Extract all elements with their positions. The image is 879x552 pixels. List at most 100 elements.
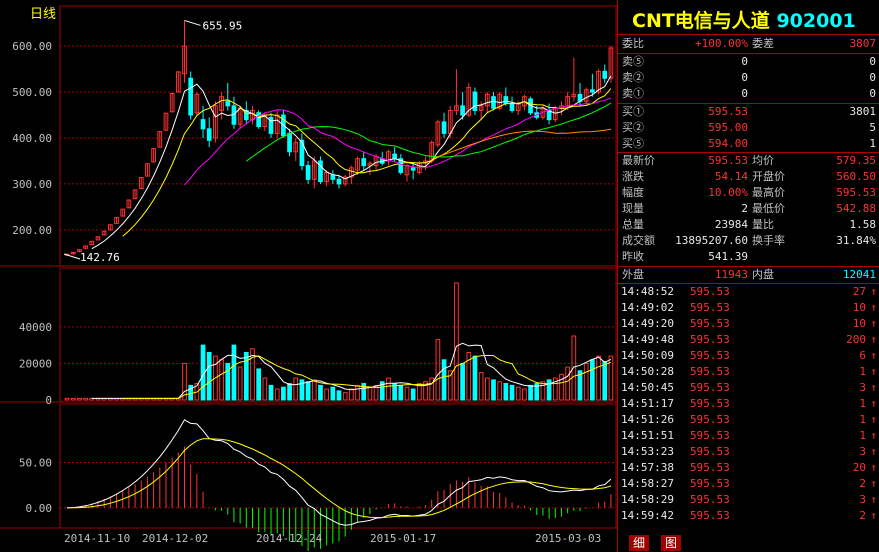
- volume-bar: [293, 377, 299, 401]
- volume-bar: [596, 355, 601, 401]
- tick-up-arrow: ↑: [870, 365, 877, 378]
- tick-time: 14:51:26: [621, 413, 674, 426]
- stat-value: 542.88: [836, 202, 876, 215]
- tick-price: 595.53: [690, 381, 730, 394]
- stat-value: 560.50: [836, 170, 876, 183]
- tab-chart[interactable]: 图: [661, 535, 682, 551]
- macd-axis-label: 50.00: [19, 456, 52, 469]
- tick-row: 14:49:20 595.53 10 ↑: [618, 316, 879, 332]
- stat-label: 开盘价: [752, 170, 785, 183]
- bid-price: 595.00: [708, 121, 748, 134]
- tick-row: 14:49:48 595.53 200 ↑: [618, 332, 879, 348]
- volume-bar: [522, 388, 527, 401]
- date-axis-label: 2015-01-17: [370, 532, 436, 545]
- prev-close-row: 昨收 541.39: [618, 249, 879, 265]
- stat-label: 均价: [752, 154, 774, 167]
- tick-up-arrow: ↑: [870, 333, 877, 346]
- candle-body: [188, 77, 194, 116]
- weibi-value: +100.00%: [695, 37, 748, 50]
- weibi-row: 委比 +100.00% 委差 3807: [618, 36, 879, 52]
- kline-chart-area[interactable]: 600.00 500.00 400.00 300.00 200.00 40000 20000…: [0, 0, 617, 552]
- stock-title-bar: CNT电信与人道 902001: [618, 0, 879, 34]
- tick-price: 595.53: [690, 301, 730, 314]
- tick-volume: 1: [859, 413, 866, 426]
- volume-axis-label: 40000: [19, 321, 52, 334]
- low-marker-label: 142.76: [80, 251, 120, 264]
- bid-volume: 5: [869, 121, 876, 134]
- tick-up-arrow: ↑: [870, 285, 877, 298]
- bid-price: 594.00: [708, 137, 748, 150]
- volume-bar: [336, 390, 342, 401]
- tick-price: 595.53: [690, 365, 730, 378]
- volume-ma-line: [91, 342, 612, 399]
- tick-up-arrow: ↑: [870, 381, 877, 394]
- stat-label: 总量: [622, 218, 644, 231]
- ask-volume: 0: [869, 87, 876, 100]
- tick-row: 14:51:26 595.53 1 ↑: [618, 412, 879, 428]
- candle-body: [602, 70, 608, 79]
- volume-bar: [206, 351, 212, 401]
- volume-bar: [460, 362, 465, 401]
- volume-bar: [237, 366, 243, 401]
- stat-label: 成交额: [622, 234, 655, 247]
- stat-label: 换手率: [752, 234, 785, 247]
- volume-bar: [484, 377, 490, 401]
- volume-bar: [546, 379, 552, 401]
- stat-row: 总量 23984 量比 1.58: [618, 217, 879, 233]
- macd-dea-line: [67, 438, 612, 518]
- volume-bar: [602, 361, 608, 401]
- tick-time: 14:49:02: [621, 301, 674, 314]
- stock-name: CNT电信与人道: [632, 10, 770, 32]
- date-axis-label: 2014-12-24: [256, 532, 323, 545]
- tick-volume: 6: [859, 349, 866, 362]
- tick-time: 14:48:52: [621, 285, 674, 298]
- volume-bar: [243, 351, 249, 401]
- tick-up-arrow: ↑: [870, 509, 877, 522]
- tick-price: 595.53: [690, 413, 730, 426]
- tab-detail[interactable]: 细: [629, 535, 650, 551]
- stat-row: 幅度 10.00% 最高价 595.53: [618, 185, 879, 201]
- volume-panel-frame: [59, 267, 617, 403]
- weicha-value: 3807: [849, 37, 877, 50]
- tick-time: 14:50:28: [621, 365, 674, 378]
- volume-bar: [491, 379, 496, 401]
- kline-chart[interactable]: 600.00 500.00 400.00 300.00 200.00 40000 20000…: [0, 0, 617, 552]
- macd-panel-frame: [59, 403, 617, 529]
- tick-time: 14:58:27: [621, 477, 674, 490]
- stat-value: 31.84%: [836, 234, 876, 247]
- ask-price: 0: [741, 71, 748, 84]
- tick-up-arrow: ↑: [870, 445, 877, 458]
- tick-volume: 3: [859, 445, 866, 458]
- volume-axis-label: 20000: [19, 357, 52, 370]
- bid-label: 买①: [622, 105, 644, 118]
- ask-label: 卖①: [622, 87, 644, 100]
- volume-bar: [305, 381, 311, 401]
- tick-price: 595.53: [690, 397, 730, 410]
- tick-volume: 10: [852, 301, 866, 314]
- tick-up-arrow: ↑: [870, 349, 877, 362]
- outer-value: 11943: [714, 268, 748, 281]
- stat-value: 10.00%: [708, 186, 748, 199]
- candle-body: [491, 96, 496, 109]
- stat-label: 量比: [752, 218, 774, 231]
- volume-bar: [497, 381, 503, 401]
- tick-time: 14:57:38: [621, 461, 674, 474]
- bid-price: 595.53: [708, 105, 748, 118]
- period-label[interactable]: 日线: [30, 3, 56, 22]
- quote-panel: CNT电信与人道 902001 委比 +100.00% 委差 3807 卖⑤ 0 0…: [617, 0, 879, 552]
- date-axis-label: 2014-11-10: [64, 532, 130, 545]
- volume-bar: [571, 335, 577, 401]
- tick-price: 595.53: [690, 333, 730, 346]
- tick-volume: 3: [859, 381, 866, 394]
- stat-label: 最高价: [752, 186, 785, 199]
- volume-bar: [503, 383, 509, 401]
- moving-average-line: [431, 128, 611, 160]
- stat-value: 595.53: [836, 186, 876, 199]
- volume-bar: [355, 384, 360, 401]
- candle-body: [392, 153, 397, 160]
- bid-row: 买① 595.53 3801: [618, 104, 879, 120]
- volume-bar: [77, 397, 82, 401]
- candle-body: [200, 119, 206, 130]
- tick-row: 14:50:09 595.53 6 ↑: [618, 348, 879, 364]
- stat-row: 现量 2 最低价 542.88: [618, 201, 879, 217]
